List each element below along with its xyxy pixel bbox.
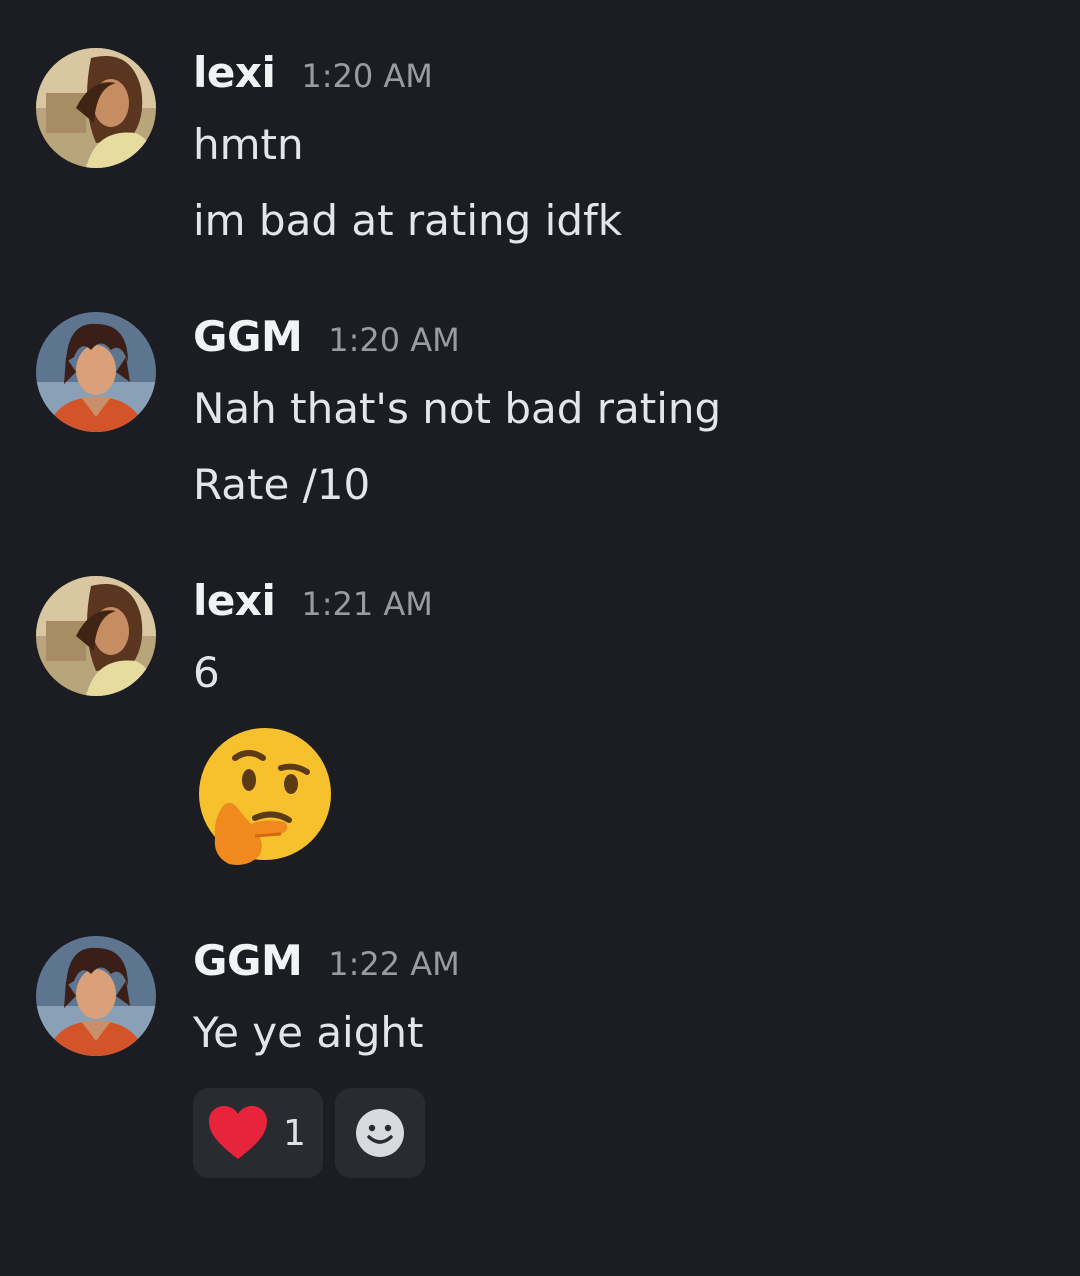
message-content: lexi 1:20 AM hmtn im bad at rating idfk: [193, 48, 1053, 246]
timestamp: 1:20 AM: [301, 57, 433, 95]
message-text: im bad at rating idfk: [193, 196, 623, 245]
message-header: lexi 1:20 AM: [193, 48, 1053, 118]
message-content: GGM 1:22 AM Ye ye aight 1: [193, 936, 1053, 1178]
avatar[interactable]: [36, 48, 156, 168]
avatar[interactable]: [36, 576, 156, 696]
message-text: Ye ye aight: [193, 1008, 424, 1057]
add-reaction-button[interactable]: [335, 1088, 425, 1178]
timestamp: 1:21 AM: [301, 585, 433, 623]
message-text: 6: [193, 648, 220, 697]
chat-messages: lexi 1:20 AM hmtn im bad at rating idfk …: [0, 0, 1080, 1276]
message-header: GGM 1:20 AM: [193, 312, 1053, 382]
message-header: lexi 1:21 AM: [193, 576, 1053, 646]
message-text: Nah that's not bad rating: [193, 384, 722, 433]
message-content: lexi 1:21 AM 6: [193, 576, 1053, 872]
reactions-bar: 1: [193, 1088, 1053, 1178]
red-heart-icon: [209, 1106, 267, 1159]
username[interactable]: lexi: [193, 48, 276, 97]
timestamp: 1:20 AM: [328, 321, 460, 359]
message-text: Rate /10: [193, 460, 371, 509]
message-content: GGM 1:20 AM Nah that's not bad rating Ra…: [193, 312, 1053, 510]
reaction-count: 1: [283, 1112, 306, 1154]
username[interactable]: GGM: [193, 312, 303, 361]
ggm-avatar-icon: [36, 936, 156, 1056]
lexi-avatar-icon: [36, 576, 156, 696]
reaction-heart[interactable]: 1: [193, 1088, 323, 1178]
ggm-avatar-icon: [36, 312, 156, 432]
username[interactable]: GGM: [193, 936, 303, 985]
username[interactable]: lexi: [193, 576, 276, 625]
avatar[interactable]: [36, 312, 156, 432]
thinking-face-emoji[interactable]: [193, 728, 1053, 872]
message-header: GGM 1:22 AM: [193, 936, 1053, 1006]
thinking-face-icon: [199, 728, 331, 865]
lexi-avatar-icon: [36, 48, 156, 168]
add-reaction-icon: [356, 1109, 404, 1157]
timestamp: 1:22 AM: [328, 945, 460, 983]
message-text: hmtn: [193, 120, 304, 169]
avatar[interactable]: [36, 936, 156, 1056]
